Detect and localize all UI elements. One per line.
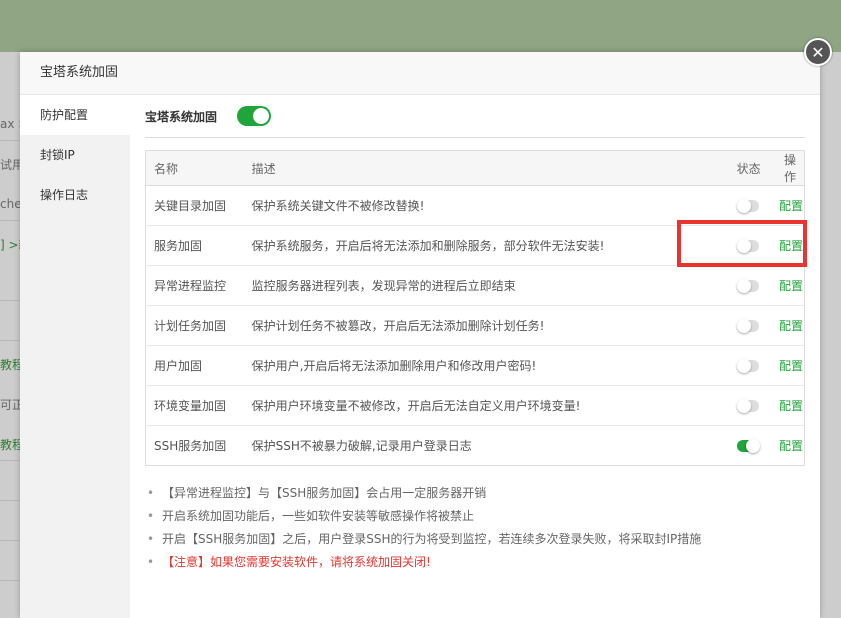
background-divider (0, 340, 20, 341)
table-row: 环境变量加固 保护用户环境变量不被修改，开启后无法自定义用户环境变量! 配置 (145, 385, 805, 426)
rule-name: 服务加固 (145, 225, 244, 266)
rule-toggle[interactable] (736, 439, 760, 453)
rule-operation: 配置 (771, 385, 805, 426)
rule-toggle[interactable] (736, 399, 759, 413)
sidebar-item-operation-log[interactable]: 操作日志 (20, 175, 130, 215)
rule-status (728, 345, 772, 386)
rule-toggle[interactable] (736, 359, 759, 373)
configure-link[interactable]: 配置 (779, 199, 803, 213)
table-row: 异常进程监控 监控服务器进程列表，发现异常的进程后立即结束 配置 (145, 265, 805, 306)
rule-operation: 配置 (771, 305, 805, 346)
master-switch-row: 宝塔系统加固 (145, 95, 805, 138)
rule-name: 环境变量加固 (145, 385, 244, 426)
background-header (0, 0, 841, 52)
rule-name: 计划任务加固 (145, 305, 244, 346)
configure-link[interactable]: 配置 (779, 399, 803, 413)
table-header-row: 名称 描述 状态 操作 (145, 150, 805, 186)
rule-toggle[interactable] (736, 279, 759, 293)
note-item: 开启【SSH服务加固】之后，用户登录SSH的行为将受到监控，若连续多次登录失败，… (140, 528, 701, 551)
sidebar-item-block-ip[interactable]: 封锁IP (20, 135, 130, 175)
note-item: 开启系统加固功能后，一些如软件安装等敏感操作将被禁止 (140, 505, 701, 528)
rule-operation: 配置 (771, 426, 804, 466)
configure-link[interactable]: 配置 (779, 359, 803, 373)
table-row: 用户加固 保护用户,开启后将无法添加删除用户和修改用户密码! 配置 (145, 345, 805, 386)
rule-status (729, 426, 771, 466)
column-header-status: 状态 (728, 150, 772, 186)
dialog-content: 宝塔系统加固 名称 描述 状态 操作 关键目录加固 保护系统关键文件不被修改替换… (145, 95, 805, 466)
background-divider (0, 220, 20, 221)
warning-note: 【注意】如果您需要安装软件，请将系统加固关闭! (140, 551, 701, 574)
rule-toggle[interactable] (736, 199, 759, 213)
rule-description: 保护用户环境变量不被修改，开启后无法自定义用户环境变量! (243, 385, 729, 426)
background-divider (0, 540, 20, 541)
rule-name: SSH服务加固 (154, 439, 227, 453)
rule-status (728, 385, 772, 426)
rule-toggle[interactable] (736, 319, 759, 333)
configure-link[interactable]: 配置 (779, 279, 803, 293)
notes-list: 【异常进程监控】与【SSH服务加固】会占用一定服务器开销 开启系统加固功能后，一… (140, 482, 701, 574)
rule-description: 保护系统关键文件不被修改替换! (243, 185, 729, 226)
rule-description: 保护用户,开启后将无法添加删除用户和修改用户密码! (243, 345, 729, 386)
table-row: 计划任务加固 保护计划任务不被篡改，开启后无法添加删除计划任务! 配置 (145, 305, 805, 346)
master-switch-label: 宝塔系统加固 (145, 109, 218, 124)
rule-name: 异常进程监控 (145, 265, 244, 306)
configure-link[interactable]: 配置 (779, 439, 803, 453)
rule-description: 保护SSH不被暴力破解,记录用户登录日志 (251, 439, 472, 453)
background-divider (0, 300, 20, 301)
background-text: che (0, 197, 22, 211)
background-divider (0, 460, 20, 461)
rule-name: 关键目录加固 (145, 185, 244, 226)
configure-link[interactable]: 配置 (779, 319, 803, 333)
dialog-sidebar: 防护配置 封锁IP 操作日志 (20, 95, 130, 618)
rule-description: 监控服务器进程列表，发现异常的进程后立即结束 (243, 265, 729, 306)
background-divider (0, 140, 20, 141)
rule-status (728, 305, 772, 346)
toggle-knob (253, 108, 270, 124)
master-toggle-switch[interactable] (237, 106, 272, 126)
annotation-highlight-box (677, 220, 807, 267)
rule-operation: 配置 (771, 345, 805, 386)
rule-description: 保护系统服务，开启后将无法添加和删除服务，部分软件无法安装! (243, 225, 729, 266)
hardening-rules-table: 名称 描述 状态 操作 关键目录加固 保护系统关键文件不被修改替换! 配置 服务… (145, 150, 805, 466)
column-header-description: 描述 (243, 150, 729, 186)
background-divider (0, 580, 20, 581)
table-row: SSH服务加固 保护SSH不被暴力破解,记录用户登录日志 配置 (146, 426, 805, 466)
sidebar-item-protection-config[interactable]: 防护配置 (20, 95, 130, 135)
rule-name: 用户加固 (145, 345, 244, 386)
column-header-operation: 操作 (771, 150, 805, 186)
background-divider (0, 500, 20, 501)
column-header-name: 名称 (145, 150, 244, 186)
rule-description: 保护计划任务不被篡改，开启后无法添加删除计划任务! (243, 305, 729, 346)
note-item: 【异常进程监控】与【SSH服务加固】会占用一定服务器开销 (140, 482, 701, 505)
close-icon[interactable]: ✕ (804, 38, 832, 66)
dialog-title: 宝塔系统加固 (20, 52, 820, 95)
rule-status (728, 265, 772, 306)
rule-operation: 配置 (771, 265, 805, 306)
